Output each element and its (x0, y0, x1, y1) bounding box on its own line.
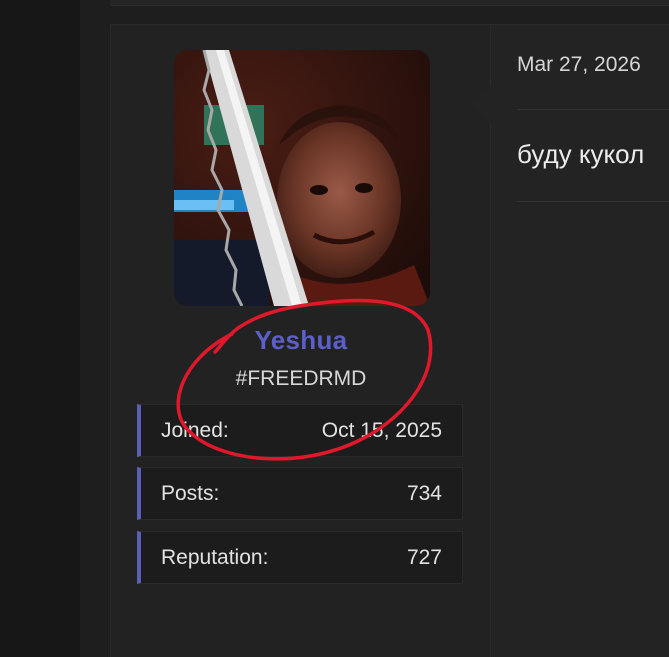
post-body-text: буду кукол (517, 139, 645, 169)
post-message: Mar 27, 2026 буду кукол (471, 25, 669, 657)
stat-value: 734 (406, 482, 442, 505)
stat-label: Joined: (161, 419, 229, 442)
left-gutter (0, 0, 80, 657)
avatar[interactable] (174, 50, 430, 306)
stat-posts: Posts: 734 (137, 467, 463, 520)
username-link[interactable]: Yeshua (111, 325, 491, 356)
message-pointer (471, 85, 491, 125)
stat-reputation: Reputation: 727 (137, 531, 463, 584)
user-title: #FREEDRMD (235, 367, 367, 390)
stat-joined: Joined: Oct 15, 2025 (137, 404, 463, 457)
stat-value: Oct 15, 2025 (321, 419, 442, 442)
stat-value: 727 (406, 546, 442, 569)
previous-post-edge (110, 0, 669, 6)
divider (517, 109, 669, 110)
forum-post: Yeshua #FREEDRMD Joined: Oct 15, 2025 Po… (110, 24, 669, 657)
stat-label: Posts: (161, 482, 220, 505)
post-author-panel: Yeshua #FREEDRMD Joined: Oct 15, 2025 Po… (111, 25, 491, 657)
divider (517, 201, 669, 202)
avatar-image (174, 50, 430, 306)
stat-label: Reputation: (161, 546, 269, 569)
forum-page: Yeshua #FREEDRMD Joined: Oct 15, 2025 Po… (0, 0, 669, 657)
post-date-link[interactable]: Mar 27, 2026 (517, 53, 641, 77)
